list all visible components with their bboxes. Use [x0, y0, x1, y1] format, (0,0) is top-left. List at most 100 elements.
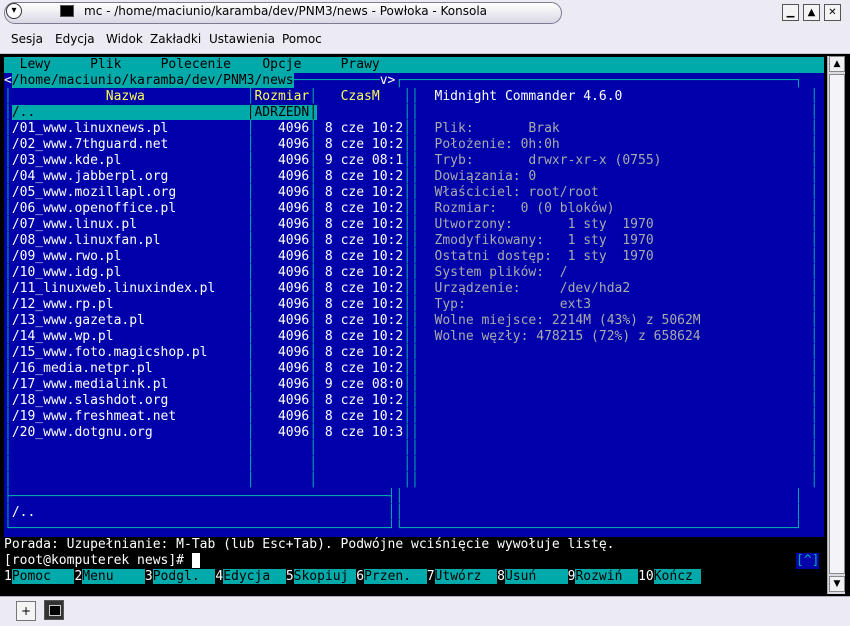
- fkey-9[interactable]: Rozwiń: [575, 569, 639, 584]
- fkey-1[interactable]: Pomoc: [11, 569, 75, 584]
- file-name[interactable]: /05_www.mozillapl.org: [11, 185, 247, 200]
- file-name[interactable]: /20_www.dotgnu.org: [11, 425, 247, 440]
- file-time[interactable]: 8 cze 10:2: [324, 361, 404, 376]
- file-size[interactable]: 4096: [254, 217, 310, 232]
- file-time[interactable]: 8 cze 10:2: [324, 137, 404, 152]
- menu-widok[interactable]: Widok: [106, 32, 143, 46]
- fkey-10[interactable]: Kończ: [653, 569, 701, 584]
- file-name[interactable]: /10_www.idg.pl: [11, 265, 247, 280]
- panel-path[interactable]: /home/maciunio/karamba/dev/PNM3/news: [11, 73, 294, 88]
- file-name[interactable]: /15_www.foto.magicshop.pl: [11, 345, 247, 360]
- mc-menu-plik[interactable]: Plik: [90, 57, 122, 72]
- new-session-button[interactable]: +: [16, 601, 36, 621]
- file-size[interactable]: 4096: [254, 265, 310, 280]
- file-time[interactable]: 8 cze 10:2: [324, 409, 404, 424]
- fkey-5[interactable]: Skopiuj: [293, 569, 357, 584]
- session-tab-icon[interactable]: [44, 600, 64, 620]
- file-time[interactable]: 8 cze 10:2: [324, 201, 404, 216]
- file-name[interactable]: /08_www.linuxfan.pl: [11, 233, 247, 248]
- file-size[interactable]: 4096: [254, 121, 310, 136]
- file-name[interactable]: /..: [11, 105, 247, 120]
- scroll-thumb[interactable]: [829, 74, 845, 574]
- window-menu-icon[interactable]: ▾: [6, 3, 22, 19]
- file-size[interactable]: 4096: [254, 393, 310, 408]
- file-name[interactable]: /04_www.jabberpl.org: [11, 169, 247, 184]
- file-size[interactable]: 4096: [254, 297, 310, 312]
- fkey-7[interactable]: Utwórz: [434, 569, 498, 584]
- file-name[interactable]: /11_linuxweb.linuxindex.pl: [11, 281, 247, 296]
- file-size[interactable]: ADRZEDN: [254, 105, 310, 120]
- file-time[interactable]: 8 cze 10:2: [324, 345, 404, 360]
- column-header-size[interactable]: Rozmiar: [254, 89, 310, 104]
- panel-history-right[interactable]: v>: [379, 73, 396, 88]
- file-time[interactable]: 8 cze 10:2: [324, 313, 404, 328]
- fkey-3[interactable]: Podgl.: [152, 569, 216, 584]
- file-time[interactable]: 8 cze 10:2: [324, 185, 404, 200]
- minimize-button[interactable]: ▁: [782, 4, 799, 21]
- file-name[interactable]: /12_www.rp.pl: [11, 297, 247, 312]
- terminal-scrollbar[interactable]: ▲ ▼: [827, 56, 845, 594]
- file-time[interactable]: 9 cze 08:1: [324, 153, 404, 168]
- file-time[interactable]: 8 cze 10:2: [324, 249, 404, 264]
- file-name[interactable]: /02_www.7thguard.net: [11, 137, 247, 152]
- fkey-6[interactable]: Przen.: [364, 569, 427, 584]
- file-name[interactable]: /01_www.linuxnews.pl: [11, 121, 247, 136]
- file-size[interactable]: 4096: [254, 153, 310, 168]
- file-name[interactable]: /18_www.slashdot.org: [11, 393, 247, 408]
- panel-history-left[interactable]: <: [4, 73, 12, 88]
- command-history-button[interactable]: [^]: [796, 553, 820, 569]
- mc-menu-opcje[interactable]: Opcje: [262, 57, 302, 72]
- file-time[interactable]: 8 cze 10:2: [324, 233, 404, 248]
- menu-pomoc[interactable]: Pomoc: [282, 32, 322, 46]
- file-size[interactable]: 4096: [254, 425, 310, 440]
- file-time[interactable]: 8 cze 10:2: [324, 281, 404, 296]
- column-header-time[interactable]: CzasM: [340, 89, 380, 104]
- fkey-8[interactable]: Usuń: [505, 569, 568, 584]
- mc-menu-lewy[interactable]: Lewy: [19, 57, 51, 72]
- file-name[interactable]: /17_www.medialink.pl: [11, 377, 247, 392]
- scroll-down-icon[interactable]: ▼: [829, 576, 845, 592]
- mc-menu-polecenie[interactable]: Polecenie: [160, 57, 232, 72]
- file-time[interactable]: 8 cze 10:2: [324, 393, 404, 408]
- file-name[interactable]: /16_media.netpr.pl: [11, 361, 247, 376]
- file-size[interactable]: 4096: [254, 233, 310, 248]
- file-name[interactable]: /19_www.freshmeat.net: [11, 409, 247, 424]
- file-size[interactable]: 4096: [254, 169, 310, 184]
- file-time[interactable]: 8 cze 10:3: [324, 425, 404, 440]
- file-size[interactable]: 4096: [254, 185, 310, 200]
- menu-edycja[interactable]: Edycja: [55, 32, 95, 46]
- menu-zakladki[interactable]: Zakładki: [150, 32, 201, 46]
- file-name[interactable]: /03_www.kde.pl: [11, 153, 247, 168]
- maximize-button[interactable]: ▲: [803, 4, 820, 21]
- file-name[interactable]: /14_www.wp.pl: [11, 329, 247, 344]
- file-time[interactable]: 9 cze 08:0: [324, 377, 404, 392]
- file-time[interactable]: 8 cze 10:2: [324, 329, 404, 344]
- column-header-name[interactable]: Nazwa: [105, 89, 145, 104]
- terminal-screen[interactable]: Lewy Plik Polecenie Opcje Prawy </home/m…: [4, 56, 824, 590]
- file-size[interactable]: 4096: [254, 329, 310, 344]
- file-time[interactable]: 8 cze 10:2: [324, 265, 404, 280]
- file-time[interactable]: 8 cze 10:2: [324, 121, 404, 136]
- file-size[interactable]: 4096: [254, 361, 310, 376]
- mc-menu-prawy[interactable]: Prawy: [340, 57, 380, 72]
- menu-ustawienia[interactable]: Ustawienia: [209, 32, 275, 46]
- file-time[interactable]: 8 cze 10:2: [324, 297, 404, 312]
- file-name[interactable]: /06_www.openoffice.pl: [11, 201, 247, 216]
- file-time[interactable]: 8 cze 10:2: [324, 169, 404, 184]
- file-size[interactable]: 4096: [254, 281, 310, 296]
- file-size[interactable]: 4096: [254, 409, 310, 424]
- file-size[interactable]: 4096: [254, 313, 310, 328]
- file-size[interactable]: 4096: [254, 201, 310, 216]
- fkey-4[interactable]: Edycja: [223, 569, 286, 584]
- file-name[interactable]: /13_www.gazeta.pl: [11, 313, 247, 328]
- file-time[interactable]: 8 cze 10:2: [324, 217, 404, 232]
- close-button[interactable]: ✕: [824, 4, 841, 21]
- scroll-up-icon[interactable]: ▲: [829, 56, 845, 72]
- file-size[interactable]: 4096: [254, 137, 310, 152]
- file-size[interactable]: 4096: [254, 345, 310, 360]
- file-name[interactable]: /09_www.rwo.pl: [11, 249, 247, 264]
- file-name[interactable]: /07_www.linux.pl: [11, 217, 247, 232]
- menu-sesja[interactable]: Sesja: [11, 32, 43, 46]
- fkey-2[interactable]: Menu: [82, 569, 145, 584]
- file-size[interactable]: 4096: [254, 249, 310, 264]
